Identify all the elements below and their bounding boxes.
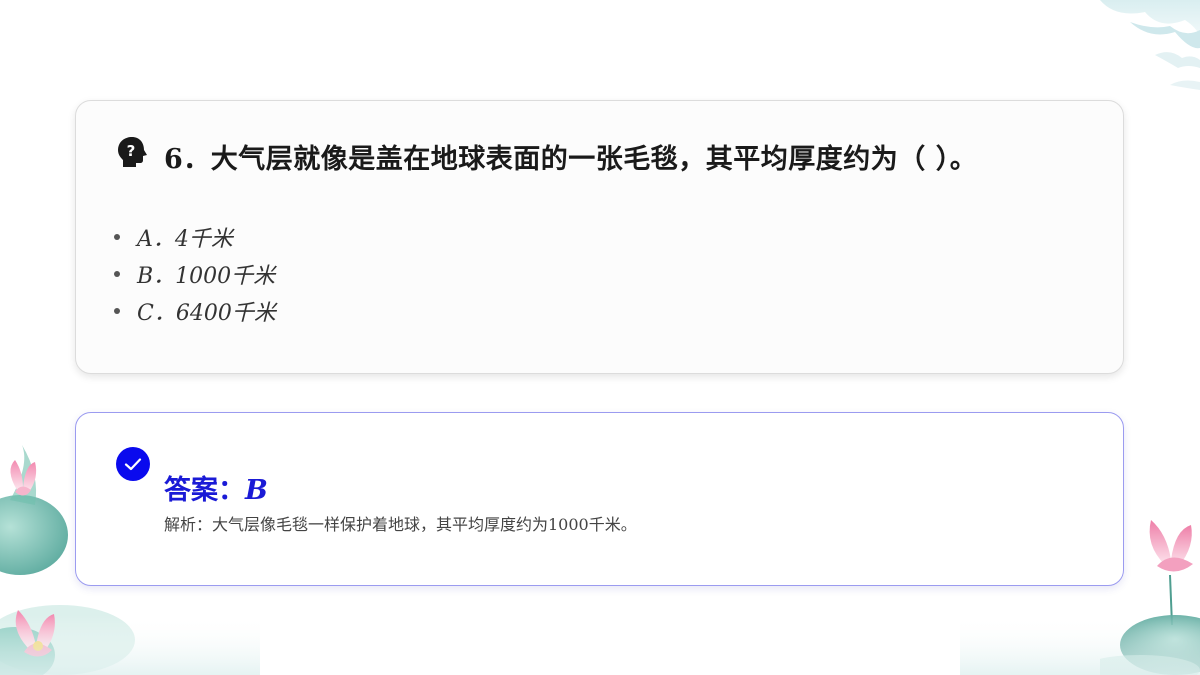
svg-text:?: ? [127, 142, 136, 160]
cloud-decoration [1100, 0, 1200, 90]
answer-prefix: 答案： [164, 475, 245, 506]
bullet-dot [114, 307, 120, 314]
answer-explanation: 解析：大气层像毛毯一样保护着地球，其平均厚度约为1000千米。 [164, 515, 637, 534]
water-wash-decoration [0, 615, 1200, 675]
check-circle-icon [116, 447, 150, 481]
question-number: 6． [164, 144, 211, 175]
question-stem: 大气层就像是盖在地球表面的一张毛毯，其平均厚度约为（ ）。 [210, 144, 978, 175]
option-label: C．6400千米 [137, 300, 276, 326]
question-title: 6．大气层就像是盖在地球表面的一张毛毯，其平均厚度约为（ ）。 [164, 137, 977, 176]
option-b[interactable]: B．1000千米 [114, 255, 276, 292]
bullet-dot [114, 233, 120, 240]
head-question-icon: ? [118, 137, 147, 167]
answer-card: 答案：B 解析：大气层像毛毯一样保护着地球，其平均厚度约为1000千米。 [75, 412, 1124, 586]
option-label: B．1000千米 [137, 263, 276, 289]
answer-title: 答案：B [164, 468, 268, 507]
options-list: A．4千米 B．1000千米 C．6400千米 [114, 218, 276, 329]
option-label: A．4千米 [137, 226, 233, 252]
answer-letter: B [245, 475, 268, 506]
option-c[interactable]: C．6400千米 [114, 292, 276, 329]
option-a[interactable]: A．4千米 [114, 218, 276, 255]
question-card: ? 6．大气层就像是盖在地球表面的一张毛毯，其平均厚度约为（ ）。 A．4千米 … [75, 100, 1124, 374]
bullet-dot [114, 270, 120, 277]
